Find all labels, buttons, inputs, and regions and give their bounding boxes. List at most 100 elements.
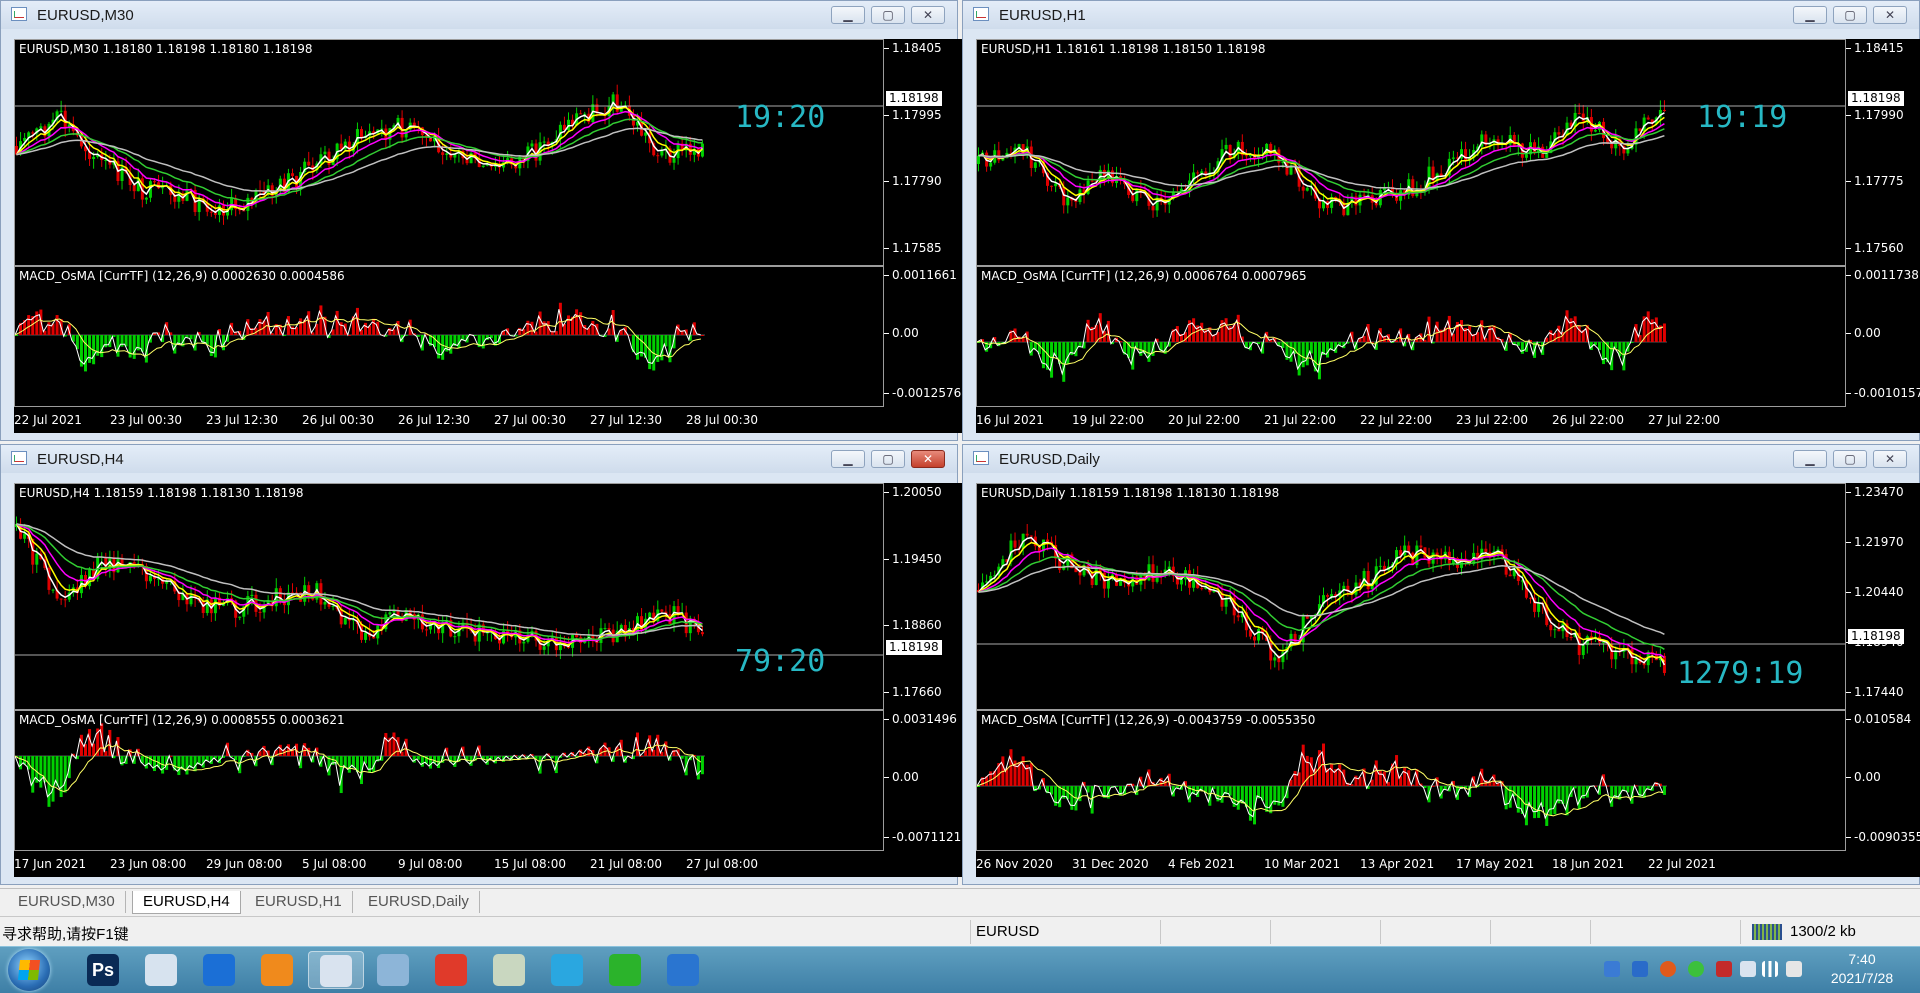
minimize-button[interactable]: ▁ (831, 6, 865, 24)
maximize-button[interactable]: ▢ (1833, 450, 1867, 468)
taskbar-app-button[interactable] (366, 951, 422, 989)
taskbar-clock[interactable]: 7:40 2021/7/28 (1814, 950, 1910, 988)
price-axis[interactable]: 1.18405 1.17995 1.17790 1.17585 1.18198 (884, 39, 969, 266)
time-axis[interactable]: 17 Jun 2021 23 Jun 08:00 29 Jun 08:00 5 Jul… (14, 851, 969, 873)
macd-tick-label: 0.0011738 (1846, 268, 1919, 282)
chart-area[interactable]: EURUSD,Daily 1.18159 1.18198 1.18130 1.1… (976, 483, 1920, 877)
candle-body (213, 597, 217, 614)
chart-window-daily[interactable]: EURUSD,Daily ▁ ▢ ✕ EURUSD,Daily 1.18159 … (962, 444, 1920, 885)
tray-app-icon[interactable] (1660, 961, 1676, 977)
candle-body (132, 185, 136, 192)
macd-axis[interactable]: 0.0011738 0.00 -0.0010157 (1845, 266, 1920, 407)
tray-wechat-icon[interactable] (1688, 961, 1704, 977)
candle-body (1634, 658, 1638, 665)
window-titlebar[interactable]: EURUSD,H1 ▁ ▢ ✕ (963, 1, 1919, 29)
macd-bar (79, 734, 83, 756)
window-titlebar[interactable]: EURUSD,H4 ▁ ▢ ✕ (1, 445, 957, 473)
price-pane[interactable]: EURUSD,H4 1.18159 1.18198 1.18130 1.1819… (14, 483, 884, 710)
chart-area[interactable]: EURUSD,H1 1.18161 1.18198 1.18150 1.1819… (976, 39, 1920, 433)
chart-window-m30[interactable]: EURUSD,M30 ▁ ▢ ✕ EURUSD,M30 1.18180 1.18… (0, 0, 969, 441)
taskbar-app-button[interactable] (656, 951, 712, 989)
taskbar-app-button[interactable] (424, 951, 480, 989)
price-axis[interactable]: 1.20050 1.19450 1.18860 1.17660 1.18198 (884, 483, 969, 710)
chart-window-h4[interactable]: EURUSD,H4 ▁ ▢ ✕ EURUSD,H4 1.18159 1.1819… (0, 444, 969, 885)
candle-body (1508, 574, 1512, 577)
start-button[interactable] (8, 949, 50, 991)
macd-bar (1516, 786, 1520, 813)
minimize-button[interactable]: ▁ (831, 450, 865, 468)
macd-axis[interactable]: 0.0031496 0.00 -0.0071121 (883, 710, 969, 851)
macd-bar (1041, 342, 1045, 369)
bar-countdown-timer: 1279:19 (1677, 656, 1804, 691)
tray-flag-icon[interactable] (1740, 961, 1756, 977)
chart-window-h1[interactable]: EURUSD,H1 ▁ ▢ ✕ EURUSD,H1 1.18161 1.1819… (962, 0, 1920, 441)
candle-body (575, 634, 579, 638)
window-title: EURUSD,H4 (37, 451, 124, 468)
candle-body (388, 612, 392, 615)
price-tick-label: 1.23470 (1846, 485, 1904, 499)
close-button[interactable]: ✕ (911, 450, 945, 468)
window-titlebar[interactable]: EURUSD,M30 ▁ ▢ ✕ (1, 1, 957, 29)
tab-eurusd-h4[interactable]: EURUSD,H4 (132, 891, 241, 914)
candle-body (1257, 629, 1261, 641)
price-pane[interactable]: EURUSD,Daily 1.18159 1.18198 1.18130 1.1… (976, 483, 1846, 710)
tray-network-icon[interactable] (1604, 961, 1620, 977)
taskbar-app-button[interactable] (540, 951, 596, 989)
close-button[interactable]: ✕ (1873, 6, 1907, 24)
tab-eurusd-daily[interactable]: EURUSD,Daily (358, 891, 480, 913)
price-axis[interactable]: 1.18415 1.17990 1.17775 1.17560 1.18198 (1846, 39, 1920, 266)
chart-area[interactable]: EURUSD,M30 1.18180 1.18198 1.18180 1.181… (14, 39, 969, 433)
taskbar-app-button[interactable] (308, 951, 364, 989)
close-button[interactable]: ✕ (1873, 450, 1907, 468)
macd-axis[interactable]: 0.010584 0.00 -0.0090355 (1845, 710, 1920, 851)
candle-body (1419, 545, 1423, 548)
close-button[interactable]: ✕ (911, 6, 945, 24)
price-pane[interactable]: EURUSD,M30 1.18180 1.18198 1.18180 1.181… (14, 39, 884, 266)
tab-eurusd-m30[interactable]: EURUSD,M30 (8, 891, 126, 913)
current-price-label: 1.18198 (886, 91, 942, 106)
macd-pane[interactable]: MACD_OsMA [CurrTF] (12,26,9) 0.0006764 0… (976, 266, 1846, 407)
maximize-button[interactable]: ▢ (1833, 6, 1867, 24)
taskbar-app-button[interactable] (192, 951, 248, 989)
macd-bar (1338, 764, 1342, 786)
taskbar-app-button[interactable] (250, 951, 306, 989)
price-axis[interactable]: 1.234701.219701.204401.189401.174401.181… (1846, 483, 1920, 710)
minimize-icon: ▁ (1805, 8, 1815, 22)
macd-axis[interactable]: 0.0011661 0.00 -0.0012576 (883, 266, 969, 407)
tray-signal-icon[interactable] (1762, 961, 1778, 977)
macd-pane[interactable]: MACD_OsMA [CurrTF] (12,26,9) 0.0008555 0… (14, 710, 884, 851)
maximize-button[interactable]: ▢ (871, 450, 905, 468)
macd-bar (1565, 310, 1569, 342)
bar-countdown-timer: 79:20 (735, 644, 826, 679)
macd-pane[interactable]: MACD_OsMA [CurrTF] (12,26,9) 0.0002630 0… (14, 266, 884, 407)
macd-pane[interactable]: MACD_OsMA [CurrTF] (12,26,9) -0.0043759 … (976, 710, 1846, 851)
taskbar-app-button[interactable] (482, 951, 538, 989)
minimize-button[interactable]: ▁ (1793, 6, 1827, 24)
candle-body (307, 161, 311, 166)
candle-body (700, 632, 704, 635)
chart-area[interactable]: EURUSD,H4 1.18159 1.18198 1.18130 1.1819… (14, 483, 969, 877)
window-titlebar[interactable]: EURUSD,Daily ▁ ▢ ✕ (963, 445, 1919, 473)
taskbar-app-button[interactable]: Ps (76, 951, 132, 989)
tray-volume-icon[interactable] (1786, 961, 1802, 977)
tray-antivirus-icon[interactable] (1716, 961, 1732, 977)
taskbar-app-button[interactable] (598, 951, 654, 989)
price-pane[interactable]: EURUSD,H1 1.18161 1.18198 1.18150 1.1819… (976, 39, 1846, 266)
macd-bar (1305, 755, 1309, 786)
candle-body (323, 601, 327, 605)
tray-shield-icon[interactable] (1632, 961, 1648, 977)
moving-average-line (16, 110, 703, 208)
candle-body (1066, 197, 1070, 206)
time-axis[interactable]: 26 Nov 2020 31 Dec 2020 4 Feb 2021 10 Mar 2… (976, 851, 1920, 873)
time-tick-label: 18 Jun 2021 (1552, 857, 1625, 871)
tab-eurusd-h1[interactable]: EURUSD,H1 (245, 891, 353, 913)
minimize-button[interactable]: ▁ (1793, 450, 1827, 468)
time-axis[interactable]: 16 Jul 2021 19 Jul 22:00 20 Jul 22:00 21 Ju… (976, 407, 1920, 429)
maximize-button[interactable]: ▢ (871, 6, 905, 24)
candle-body (1366, 570, 1370, 590)
macd-bar (120, 335, 124, 347)
macd-bar (1281, 786, 1285, 807)
taskbar-app-button[interactable] (134, 951, 190, 989)
time-tick-label: 22 Jul 22:00 (1360, 413, 1432, 427)
time-axis[interactable]: 22 Jul 2021 23 Jul 00:30 23 Jul 12:30 26 Ju… (14, 407, 969, 429)
